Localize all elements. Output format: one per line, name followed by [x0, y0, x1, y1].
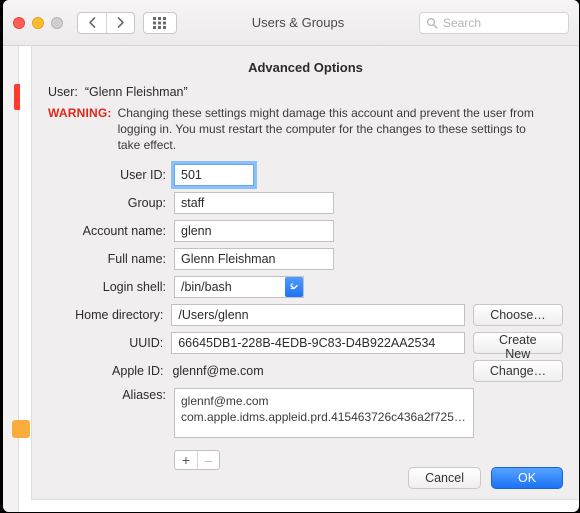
choose-button[interactable]: Choose… — [473, 304, 563, 326]
preferences-window: Users & Groups Search Advanced Options U… — [3, 0, 579, 512]
home-dir-input[interactable] — [171, 304, 465, 326]
close-window-button[interactable] — [13, 17, 25, 29]
search-field[interactable]: Search — [419, 12, 569, 34]
minimize-window-button[interactable] — [32, 17, 44, 29]
full-name-input[interactable] — [174, 248, 334, 270]
sidebar-selection-stripe — [14, 84, 20, 110]
search-icon — [426, 17, 438, 29]
remove-alias-button: – — [197, 451, 219, 469]
label-aliases: Aliases: — [48, 388, 166, 402]
window-title: Users & Groups — [185, 15, 411, 30]
warning-text: Changing these settings might damage thi… — [118, 105, 548, 154]
window-controls — [13, 17, 63, 29]
sidebar-hint — [3, 46, 19, 512]
advanced-options-sheet: Advanced Options User: “Glenn Fleishman”… — [31, 46, 579, 500]
alias-add-remove: + – — [174, 450, 220, 470]
label-user-id: User ID: — [48, 168, 166, 182]
forward-button[interactable] — [106, 13, 134, 33]
zoom-window-button[interactable] — [51, 17, 63, 29]
sheet-heading: Advanced Options — [48, 60, 563, 75]
add-alias-button[interactable]: + — [175, 451, 197, 469]
chevron-down-icon[interactable] — [285, 277, 303, 297]
alias-row[interactable]: com.apple.idms.appleid.prd.415463726c436… — [181, 409, 467, 426]
user-line: User: “Glenn Fleishman” — [48, 85, 563, 99]
apple-id-value: glennf@me.com — [171, 364, 465, 378]
label-uuid: UUID: — [48, 336, 163, 350]
sheet-footer: Cancel OK — [408, 467, 563, 489]
back-button[interactable] — [78, 13, 106, 33]
nav-back-forward — [77, 12, 135, 34]
cancel-button[interactable]: Cancel — [408, 467, 481, 489]
titlebar: Users & Groups Search — [3, 0, 579, 46]
create-new-button[interactable]: Create New — [473, 332, 563, 354]
sidebar-icon-peek — [12, 420, 30, 438]
label-login-shell: Login shell: — [48, 280, 166, 294]
user-id-input[interactable] — [174, 164, 254, 186]
show-all-button[interactable] — [143, 12, 177, 34]
alias-row[interactable]: glennf@me.com — [181, 393, 467, 410]
account-name-input[interactable] — [174, 220, 334, 242]
uuid-input[interactable] — [171, 332, 464, 354]
form: User ID: Group: Account name: Full name:… — [48, 164, 563, 470]
label-full-name: Full name: — [48, 252, 166, 266]
group-input[interactable] — [174, 192, 334, 214]
label-home-dir: Home directory: — [48, 308, 163, 322]
ok-button[interactable]: OK — [491, 467, 563, 489]
label-group: Group: — [48, 196, 166, 210]
aliases-list[interactable]: glennf@me.com com.apple.idms.appleid.prd… — [174, 388, 474, 438]
label-apple-id: Apple ID: — [48, 364, 163, 378]
label-account-name: Account name: — [48, 224, 166, 238]
warning-block: WARNING: Changing these settings might d… — [48, 105, 563, 154]
warning-label: WARNING: — [48, 105, 112, 154]
search-placeholder: Search — [443, 16, 481, 30]
change-button[interactable]: Change… — [473, 360, 563, 382]
login-shell-combo[interactable] — [174, 276, 304, 298]
